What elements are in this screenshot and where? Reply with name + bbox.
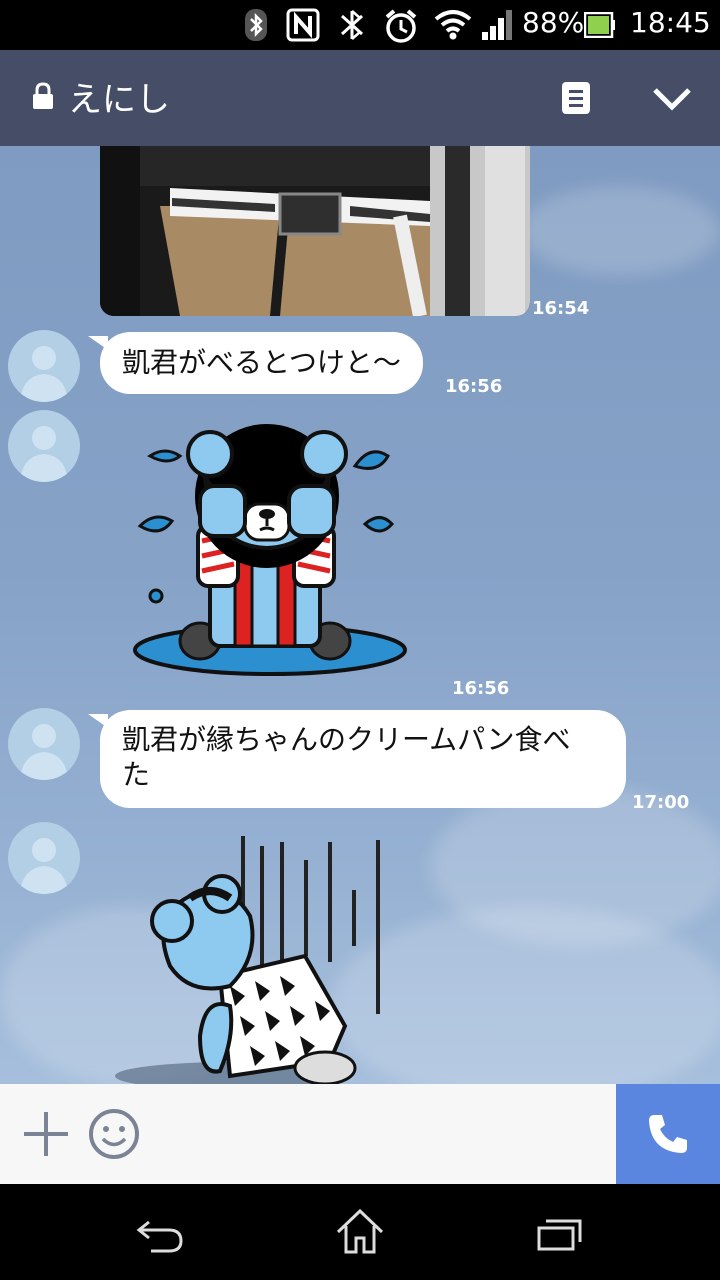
mute-icon	[340, 10, 364, 40]
signal-icon	[482, 10, 512, 40]
status-bar: 88% 18:45	[0, 0, 720, 50]
nfc-icon	[286, 8, 320, 42]
battery-percent: 88%	[522, 6, 585, 39]
clock: 18:45	[630, 6, 711, 39]
avatar[interactable]	[8, 708, 80, 780]
bubble-tail	[88, 714, 108, 728]
note-icon[interactable]	[560, 80, 592, 116]
sticker-message[interactable]	[110, 836, 410, 1084]
message-text: 凱君がべるとつけと〜	[122, 346, 401, 379]
battery-icon	[584, 12, 615, 38]
lock-icon	[33, 82, 53, 109]
message-time: 16:56	[445, 376, 503, 397]
avatar[interactable]	[8, 330, 80, 402]
depressed-bear-sticker	[115, 836, 380, 1084]
avatar[interactable]	[8, 410, 80, 482]
input-bar	[0, 1084, 616, 1184]
crying-bear-sticker	[133, 424, 407, 676]
default-user-icon	[20, 838, 68, 894]
message-text-line: た	[122, 758, 151, 791]
call-button[interactable]	[616, 1084, 720, 1184]
message-text-line: 凱君が縁ちゃんのクリームパン食べ	[122, 723, 571, 756]
photo-image	[100, 146, 530, 316]
plus-icon[interactable]	[22, 1110, 70, 1158]
default-user-icon	[20, 426, 68, 482]
phone-icon	[649, 1115, 687, 1153]
message-time: 16:54	[532, 298, 590, 319]
background-cloud	[520, 186, 720, 276]
message-time: 16:56	[452, 678, 510, 699]
back-icon[interactable]	[135, 1218, 185, 1254]
home-icon[interactable]	[334, 1208, 386, 1254]
default-user-icon	[20, 346, 68, 402]
message-time: 17:00	[632, 792, 690, 813]
photo-message[interactable]	[100, 146, 530, 316]
avatar[interactable]	[8, 822, 80, 894]
message-bubble[interactable]: 凱君がべるとつけと〜	[88, 332, 423, 394]
chat-area[interactable]: 16:54 凱君がべるとつけと〜 16:56 16:56 凱君が縁ちゃんのクリー…	[0, 146, 720, 1084]
bluetooth-icon	[245, 9, 267, 41]
sticker-message[interactable]	[130, 416, 420, 686]
recent-apps-icon[interactable]	[536, 1216, 584, 1252]
chat-title: えにし	[68, 80, 170, 120]
navigation-bar	[0, 1184, 720, 1280]
message-bubble[interactable]: 凱君が縁ちゃんのクリームパン食べ た	[88, 710, 626, 808]
chat-header: えにし	[0, 50, 720, 146]
chevron-down-icon[interactable]	[652, 86, 692, 112]
emoji-icon[interactable]	[88, 1108, 140, 1160]
default-user-icon	[20, 724, 68, 780]
alarm-icon	[385, 9, 417, 43]
bubble-tail	[88, 336, 108, 350]
wifi-icon	[434, 10, 472, 40]
